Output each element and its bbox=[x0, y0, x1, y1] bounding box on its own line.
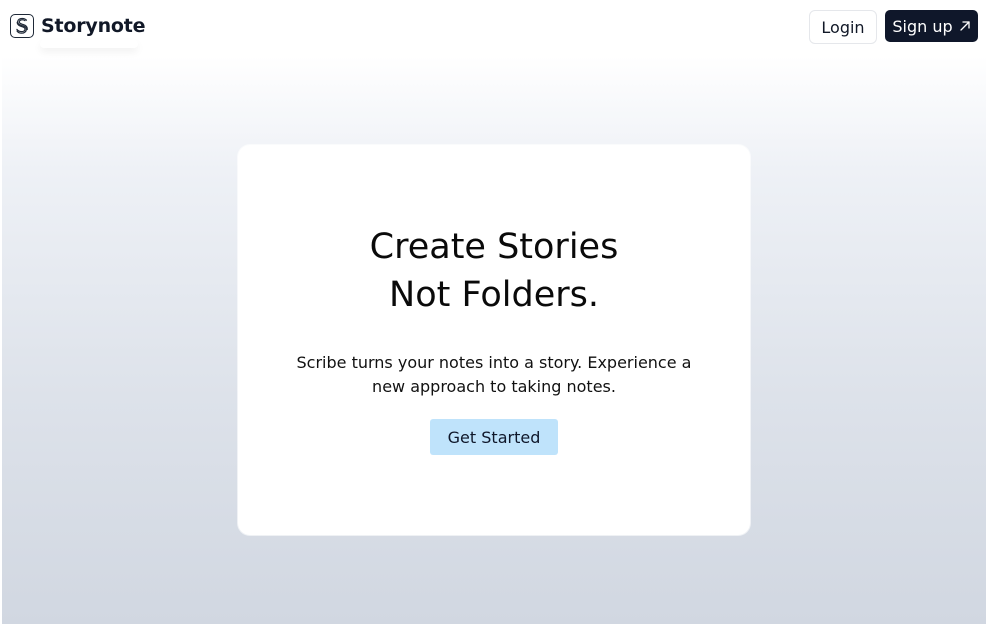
hero-subtext: Scribe turns your notes into a story. Ex… bbox=[294, 351, 694, 399]
storynote-s-logo-icon bbox=[10, 14, 34, 38]
brand-home-link[interactable]: Storynote bbox=[10, 14, 146, 38]
brand-name: Storynote bbox=[41, 15, 146, 37]
hero-headline: Create Stories Not Folders. bbox=[238, 223, 750, 319]
hero-card: Create Stories Not Folders. Scribe turns… bbox=[238, 145, 750, 535]
top-navigation: Storynote Login Sign up bbox=[0, 0, 986, 56]
arrow-up-right-icon bbox=[959, 17, 971, 36]
brand-shadow bbox=[40, 40, 138, 48]
login-button[interactable]: Login bbox=[809, 10, 877, 44]
get-started-button[interactable]: Get Started bbox=[430, 419, 558, 455]
hero-section: Create Stories Not Folders. Scribe turns… bbox=[2, 56, 986, 624]
subtext-line-1: Scribe turns your notes into a story. Ex… bbox=[296, 353, 692, 372]
landing-page: Create Stories Not Folders. Scribe turns… bbox=[0, 0, 986, 624]
headline-line-1: Create Stories bbox=[369, 227, 619, 267]
sign-up-button[interactable]: Sign up bbox=[885, 10, 978, 42]
get-started-label: Get Started bbox=[447, 427, 541, 447]
headline-line-2: Not Folders. bbox=[389, 275, 599, 315]
subtext-line-2: new approach to taking notes. bbox=[372, 377, 616, 396]
sign-up-label: Sign up bbox=[892, 16, 953, 36]
login-label: Login bbox=[821, 17, 865, 37]
